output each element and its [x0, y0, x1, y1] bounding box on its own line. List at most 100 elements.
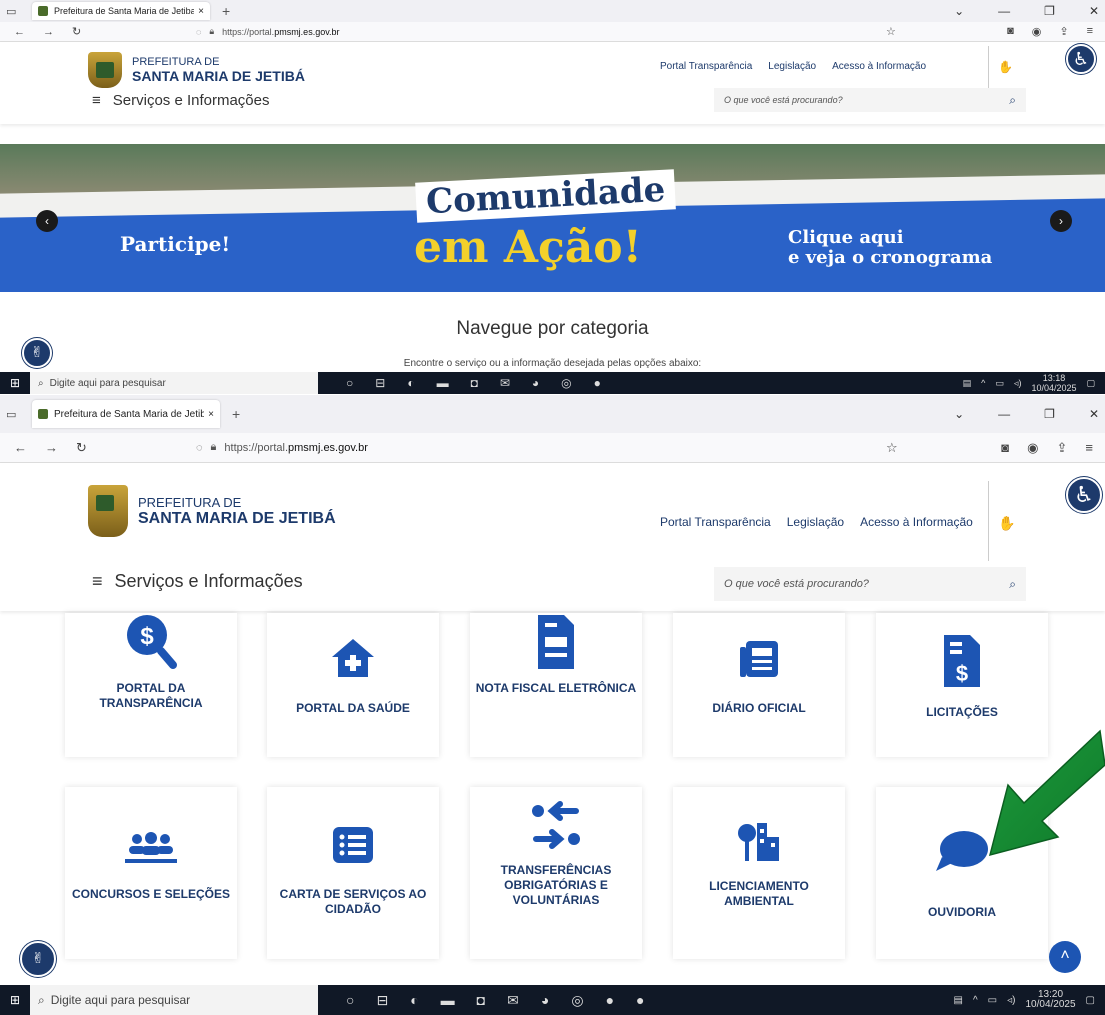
new-tab-button[interactable]: +	[222, 3, 230, 19]
file-explorer-icon[interactable]: ▬	[437, 376, 449, 390]
vlibras-icon[interactable]: ✌︎	[20, 941, 56, 977]
search-icon[interactable]: ⌕	[1009, 93, 1016, 108]
edge-icon[interactable]: ◐	[407, 376, 414, 390]
link-legislacao[interactable]: Legislação	[768, 61, 816, 72]
taskbar-search[interactable]: ⌕ Digite aqui para pesquisar	[30, 372, 318, 394]
taskbar-search[interactable]: ⌕ Digite aqui para pesquisar	[30, 985, 318, 1015]
start-icon[interactable]: ⊞	[0, 376, 30, 390]
tab-dropdown-icon[interactable]: ⌄	[954, 4, 964, 18]
chrome-icon[interactable]: ◎	[571, 992, 583, 1009]
browser-tab[interactable]: Prefeitura de Santa Maria de Jetiba ×	[32, 400, 220, 428]
sign-language-icon[interactable]: ✋	[998, 515, 1015, 532]
link-legislacao[interactable]: Legislação	[787, 515, 844, 529]
mail-icon[interactable]: ✉	[507, 992, 519, 1009]
tab-close-icon[interactable]: ×	[208, 409, 214, 420]
edge-icon[interactable]: ◐	[410, 992, 418, 1009]
link-portal-transparencia[interactable]: Portal Transparência	[660, 61, 752, 72]
address-bar[interactable]: ◌ 🔒︎ https://portal.pmsmj.es.gov.br	[196, 441, 368, 454]
wps-icon[interactable]: ●	[594, 376, 601, 390]
search-input[interactable]: O que você está procurando? ⌕	[714, 567, 1026, 601]
back-icon[interactable]: ←	[14, 440, 27, 455]
reload-icon[interactable]: ↻	[72, 25, 81, 38]
vlibras-icon[interactable]: ✌︎	[22, 338, 52, 368]
services-menu[interactable]: ≡ Serviços e Informações	[92, 571, 303, 592]
notifications-icon[interactable]: ▢	[1086, 378, 1095, 389]
search-input[interactable]: O que você está procurando? ⌕	[714, 88, 1026, 112]
store-icon[interactable]: ◘	[477, 992, 485, 1009]
tab-close-icon[interactable]: ×	[198, 6, 204, 17]
tab-list-icon[interactable]: ▭	[6, 408, 20, 421]
menu-icon[interactable]: ≡	[1085, 440, 1093, 456]
services-menu[interactable]: ≡ Serviços e Informações	[92, 92, 270, 109]
browser-tab[interactable]: Prefeitura de Santa Maria de Jetiba ×	[32, 2, 210, 20]
store-icon[interactable]: ◘	[471, 376, 478, 390]
reload-icon[interactable]: ↻	[76, 440, 87, 456]
extensions-icon[interactable]: ⇪	[1057, 440, 1068, 456]
card-carta-servicos[interactable]: CARTA DE SERVIÇOS AO CIDADÃO	[267, 787, 439, 959]
keyboard-icon[interactable]: ▤	[954, 995, 963, 1006]
accessibility-icon[interactable]: ♿︎	[1066, 477, 1102, 513]
site-logo[interactable]: PREFEITURA DE SANTA MARIA DE JETIBÁ	[88, 485, 336, 537]
forward-icon[interactable]: →	[43, 26, 54, 38]
close-window-icon[interactable]: ✕	[1089, 407, 1099, 421]
volume-icon[interactable]: ◃)	[1007, 995, 1015, 1006]
network-icon[interactable]: ▭	[988, 995, 997, 1006]
vivaldi-icon[interactable]: ●	[636, 992, 644, 1009]
mail-icon[interactable]: ✉	[500, 376, 510, 390]
card-portal-transparencia[interactable]: $ PORTAL DA TRANSPARÊNCIA	[65, 613, 237, 757]
minimize-icon[interactable]: —	[998, 407, 1010, 421]
bookmark-star-icon[interactable]: ☆	[886, 440, 898, 456]
link-acesso-informacao[interactable]: Acesso à Informação	[860, 515, 973, 529]
new-tab-button[interactable]: +	[232, 406, 240, 422]
task-view-icon[interactable]: ⊟	[376, 992, 388, 1009]
cortana-icon[interactable]: ○	[346, 992, 354, 1009]
close-window-icon[interactable]: ✕	[1089, 4, 1099, 18]
pocket-icon[interactable]: ◙	[1007, 25, 1014, 38]
firefox-icon[interactable]: ◕	[532, 376, 539, 390]
forward-icon[interactable]: →	[45, 440, 58, 455]
account-icon[interactable]: ◉	[1032, 25, 1042, 38]
link-acesso-informacao[interactable]: Acesso à Informação	[832, 61, 926, 72]
search-icon[interactable]: ⌕	[1009, 577, 1016, 592]
notifications-icon[interactable]: ▢	[1086, 995, 1095, 1006]
task-view-icon[interactable]: ⊟	[375, 376, 385, 390]
restore-icon[interactable]: ❐	[1044, 407, 1055, 421]
card-transferencias[interactable]: TRANSFERÊNCIAS OBRIGATÓRIAS E VOLUNTÁRIA…	[470, 787, 642, 959]
tray-chevron-icon[interactable]: ^	[973, 995, 978, 1006]
clock[interactable]: 13:18 10/04/2025	[1031, 373, 1076, 393]
accessibility-icon[interactable]: ♿︎	[1066, 44, 1096, 74]
minimize-icon[interactable]: —	[998, 4, 1010, 18]
bookmark-star-icon[interactable]: ☆	[886, 25, 896, 38]
tab-dropdown-icon[interactable]: ⌄	[954, 407, 964, 421]
pocket-icon[interactable]: ◙	[1001, 440, 1009, 456]
carousel-prev-icon[interactable]: ‹	[36, 210, 58, 232]
keyboard-icon[interactable]: ▤	[963, 378, 972, 389]
sign-language-icon[interactable]: ✋	[998, 60, 1013, 74]
address-bar[interactable]: ◌ 🔒︎ https://portal.pmsmj.es.gov.br	[196, 26, 340, 37]
link-portal-transparencia[interactable]: Portal Transparência	[660, 515, 771, 529]
back-icon[interactable]: ←	[14, 26, 25, 38]
start-icon[interactable]: ⊞	[0, 993, 30, 1007]
extensions-icon[interactable]: ⇪	[1059, 25, 1068, 38]
card-concursos[interactable]: CONCURSOS E SELEÇÕES	[65, 787, 237, 959]
account-icon[interactable]: ◉	[1027, 440, 1038, 456]
carousel-next-icon[interactable]: ›	[1050, 210, 1072, 232]
clock[interactable]: 13:20 10/04/2025	[1025, 990, 1075, 1010]
tab-list-icon[interactable]: ▭	[6, 5, 20, 18]
network-icon[interactable]: ▭	[995, 378, 1004, 389]
cortana-icon[interactable]: ○	[346, 376, 353, 390]
restore-icon[interactable]: ❐	[1044, 4, 1055, 18]
wps-icon[interactable]: ●	[606, 992, 614, 1009]
site-logo[interactable]: PREFEITURA DE SANTA MARIA DE JETIBÁ	[88, 52, 305, 88]
firefox-icon[interactable]: ◕	[541, 992, 549, 1009]
card-nota-fiscal[interactable]: NOTA FISCAL ELETRÔNICA	[470, 613, 642, 757]
card-diario-oficial[interactable]: DIÁRIO OFICIAL	[673, 613, 845, 757]
card-portal-saude[interactable]: PORTAL DA SAÚDE	[267, 613, 439, 757]
back-to-top-icon[interactable]: ˄	[1049, 941, 1081, 973]
menu-icon[interactable]: ≡	[1087, 25, 1093, 38]
tray-chevron-icon[interactable]: ^	[981, 378, 985, 388]
chrome-icon[interactable]: ◎	[561, 376, 571, 390]
file-explorer-icon[interactable]: ▬	[441, 992, 455, 1009]
card-licenciamento[interactable]: LICENCIAMENTO AMBIENTAL	[673, 787, 845, 959]
volume-icon[interactable]: ◃)	[1014, 378, 1022, 389]
